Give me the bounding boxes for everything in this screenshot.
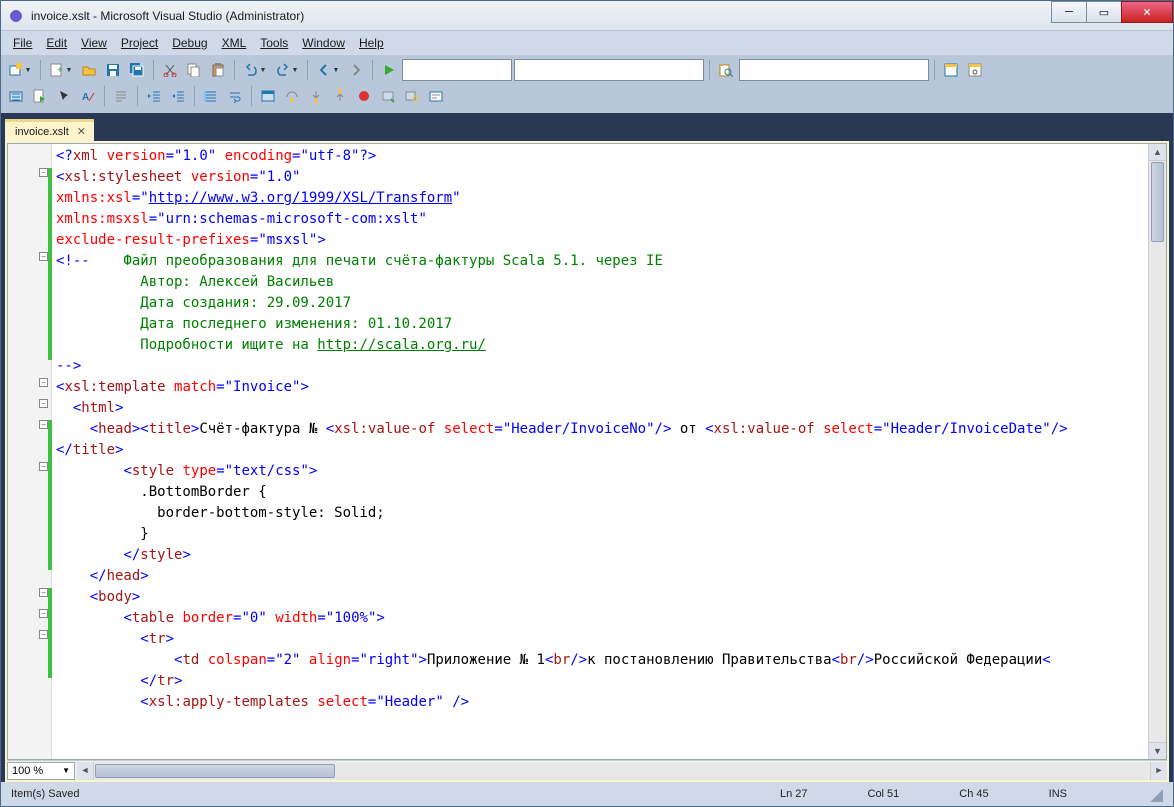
find-combo[interactable] xyxy=(739,59,929,81)
solution-platform-dropdown[interactable] xyxy=(514,59,704,81)
code-editor[interactable]: <?xml version="1.0" encoding="utf-8"?> <… xyxy=(52,144,1148,759)
menu-window[interactable]: Window xyxy=(296,34,351,52)
status-insert-mode: INS xyxy=(1049,788,1067,800)
navigate-forward-button[interactable] xyxy=(345,59,367,81)
run-to-button[interactable] xyxy=(377,85,399,107)
zoom-dropdown[interactable]: 100 % ▼ xyxy=(7,762,75,780)
menu-debug[interactable]: Debug xyxy=(166,34,213,52)
title-bar: invoice.xslt - Microsoft Visual Studio (… xyxy=(1,1,1173,31)
output-button[interactable] xyxy=(425,85,447,107)
fold-toggle-icon[interactable]: − xyxy=(39,399,48,408)
status-col: Col 51 xyxy=(868,788,900,800)
status-line: Ln 27 xyxy=(780,788,808,800)
status-bar: Item(s) Saved Ln 27 Col 51 Ch 45 INS xyxy=(1,782,1173,806)
tab-close-icon[interactable]: ✕ xyxy=(77,125,86,138)
menu-tools[interactable]: Tools xyxy=(254,34,294,52)
fold-toggle-icon[interactable]: − xyxy=(39,609,48,618)
tab-label: invoice.xslt xyxy=(15,126,69,138)
close-button[interactable]: ✕ xyxy=(1121,1,1173,23)
scroll-down-icon[interactable]: ▼ xyxy=(1149,742,1166,759)
menu-help[interactable]: Help xyxy=(353,34,390,52)
editor-gutter: − − − − − − − − − xyxy=(8,144,52,759)
chevron-down-icon: ▼ xyxy=(62,766,70,775)
add-item-button[interactable]: +▼ xyxy=(46,59,76,81)
format-block-button[interactable] xyxy=(200,85,222,107)
cut-button[interactable] xyxy=(159,59,181,81)
new-project-button[interactable]: ▼ xyxy=(5,59,35,81)
scroll-left-icon[interactable]: ◄ xyxy=(77,762,94,780)
fold-toggle-icon[interactable]: − xyxy=(39,252,48,261)
toolbar-area: ▼ +▼ ▼ ▼ ▼ A xyxy=(1,55,1173,113)
menu-bar: File Edit View Project Debug XML Tools W… xyxy=(1,31,1173,55)
comment-out-button[interactable] xyxy=(110,85,132,107)
properties-button[interactable] xyxy=(964,59,986,81)
fold-toggle-icon[interactable]: − xyxy=(39,420,48,429)
step-over-button[interactable] xyxy=(281,85,303,107)
scroll-thumb[interactable] xyxy=(95,764,335,778)
new-window-button[interactable] xyxy=(257,85,279,107)
horizontal-scrollbar[interactable]: ◄ ► xyxy=(77,762,1167,780)
pointer-button[interactable] xyxy=(53,85,75,107)
menu-edit[interactable]: Edit xyxy=(40,34,73,52)
open-button[interactable] xyxy=(78,59,100,81)
svg-text:A: A xyxy=(82,92,89,103)
vertical-scrollbar[interactable]: ▲ ▼ xyxy=(1148,144,1166,759)
window-title: invoice.xslt - Microsoft Visual Studio (… xyxy=(31,9,1052,23)
word-wrap-button[interactable] xyxy=(224,85,246,107)
increase-indent-button[interactable] xyxy=(167,85,189,107)
editor-frame: − − − − − − − − − <?xml version="1.0" en… xyxy=(5,141,1169,782)
svg-text:+: + xyxy=(57,65,63,76)
change-indicator xyxy=(48,420,52,570)
fold-toggle-icon[interactable]: − xyxy=(39,588,48,597)
vs-logo-icon xyxy=(7,7,25,25)
status-char: Ch 45 xyxy=(959,788,988,800)
scroll-right-icon[interactable]: ► xyxy=(1150,762,1167,780)
show-tree-button[interactable] xyxy=(5,85,27,107)
menu-file[interactable]: File xyxy=(7,34,38,52)
editor-bottom-bar: 100 % ▼ ◄ ► xyxy=(7,760,1167,780)
save-all-button[interactable] xyxy=(126,59,148,81)
redo-button[interactable]: ▼ xyxy=(272,59,302,81)
maximize-button[interactable]: ▭ xyxy=(1086,1,1122,23)
scroll-thumb[interactable] xyxy=(1151,162,1164,242)
document-tab-active[interactable]: invoice.xslt ✕ xyxy=(5,119,94,141)
step-into-button[interactable] xyxy=(305,85,327,107)
menu-view[interactable]: View xyxy=(75,34,113,52)
find-in-files-button[interactable] xyxy=(715,59,737,81)
change-indicator xyxy=(48,168,52,360)
fold-toggle-icon[interactable]: − xyxy=(39,462,48,471)
start-debug-button[interactable] xyxy=(378,59,400,81)
editor-container: invoice.xslt ✕ − − − − − − − − − xyxy=(1,113,1173,782)
navigate-back-button[interactable]: ▼ xyxy=(313,59,343,81)
step-out-button[interactable] xyxy=(329,85,351,107)
change-indicator xyxy=(48,588,52,678)
editor-surface: − − − − − − − − − <?xml version="1.0" en… xyxy=(7,143,1167,760)
resize-grip-icon[interactable] xyxy=(1147,786,1163,802)
zoom-value: 100 % xyxy=(12,765,43,777)
watch-button[interactable] xyxy=(401,85,423,107)
fold-toggle-icon[interactable]: − xyxy=(39,378,48,387)
solution-config-dropdown[interactable] xyxy=(402,59,512,81)
fold-toggle-icon[interactable]: − xyxy=(39,630,48,639)
paste-button[interactable] xyxy=(207,59,229,81)
decrease-indent-button[interactable] xyxy=(143,85,165,107)
save-button[interactable] xyxy=(102,59,124,81)
menu-xml[interactable]: XML xyxy=(216,34,253,52)
undo-button[interactable]: ▼ xyxy=(240,59,270,81)
document-tabstrip: invoice.xslt ✕ xyxy=(5,117,1169,141)
menu-project[interactable]: Project xyxy=(115,34,164,52)
xslt-debug-button[interactable] xyxy=(29,85,51,107)
breakpoint-button[interactable] xyxy=(353,85,375,107)
toolbar-row-2: A xyxy=(5,83,1169,109)
text-format-button[interactable]: A xyxy=(77,85,99,107)
scroll-up-icon[interactable]: ▲ xyxy=(1149,144,1166,161)
fold-toggle-icon[interactable]: − xyxy=(39,168,48,177)
toolbar-row-1: ▼ +▼ ▼ ▼ ▼ xyxy=(5,57,1169,83)
minimize-button[interactable]: ─ xyxy=(1051,1,1087,23)
copy-button[interactable] xyxy=(183,59,205,81)
solution-explorer-button[interactable] xyxy=(940,59,962,81)
window-controls: ─ ▭ ✕ xyxy=(1052,1,1173,30)
status-message: Item(s) Saved xyxy=(11,788,79,800)
